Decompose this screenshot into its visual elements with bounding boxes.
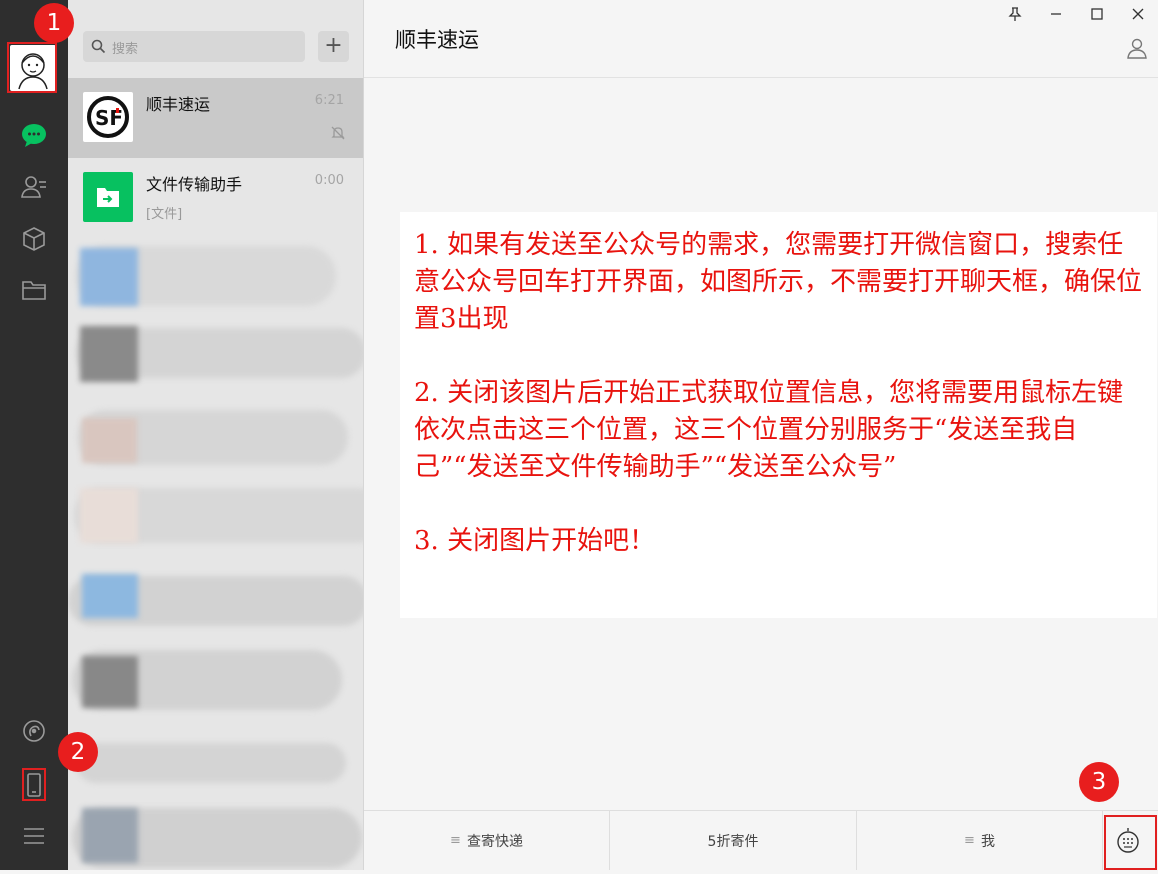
- menu-label: 查寄快递: [466, 833, 523, 850]
- instruction-step-1: 1. 如果有发送至公众号的需求，您需要打开微信窗口，搜索任意公众号回车打开界面，…: [414, 230, 1143, 334]
- instruction-step-2: 2. 关闭该图片后开始正式获取位置信息，您将需要用鼠标左键依次点击这三个位置，这…: [414, 378, 1124, 482]
- blurred-avatar: [80, 488, 138, 543]
- menu-label: 我: [980, 833, 995, 850]
- chat-name: 顺丰速运: [146, 95, 211, 114]
- blurred-avatar: [80, 248, 138, 306]
- menu-button-discount-send[interactable]: 5折寄件: [610, 811, 857, 870]
- profile-icon[interactable]: [1126, 37, 1148, 59]
- chat-icon[interactable]: [19, 120, 49, 150]
- annotation-badge-2: 2: [58, 732, 98, 772]
- instruction-note: 1. 如果有发送至公众号的需求，您需要打开微信窗口，搜索任意公众号回车打开界面，…: [400, 212, 1157, 618]
- chat-main-panel: 顺丰速运 1. 如果有发送至公众号的需求，您需要打开微信窗口，搜索任意公众号回车…: [364, 0, 1158, 870]
- sf-logo-icon: SF: [83, 92, 133, 142]
- chat-item-file-transfer[interactable]: 文件传输助手 0:00 [文件]: [68, 158, 363, 238]
- menu-icon[interactable]: [19, 821, 49, 851]
- keyboard-highlight-box: [1104, 815, 1157, 870]
- search-input[interactable]: 搜索: [83, 31, 305, 62]
- chat-name: 文件传输助手: [146, 175, 243, 194]
- menu-button-query-express[interactable]: ≡ 查寄快递: [364, 811, 610, 870]
- search-placeholder: 搜索: [112, 42, 139, 57]
- chat-list-panel: 搜索 + SF 顺丰速运 6:21 文件传输助手 0:00 [文件]: [68, 0, 364, 870]
- chat-time: 0:00: [314, 173, 344, 188]
- maximize-icon[interactable]: [1086, 6, 1108, 26]
- cube-icon[interactable]: [19, 224, 49, 254]
- chat-time: 6:21: [314, 93, 344, 108]
- pin-icon[interactable]: [1004, 6, 1026, 26]
- chat-header: 顺丰速运: [364, 0, 1158, 78]
- annotation-badge-1: 1: [34, 3, 74, 43]
- folder-icon[interactable]: [19, 275, 49, 305]
- instruction-step-3: 3. 关闭图片开始吧！: [414, 526, 656, 556]
- moments-icon[interactable]: [19, 716, 49, 746]
- avatar-highlight-box: [7, 42, 57, 93]
- side-rail: [0, 0, 68, 870]
- blurred-avatar: [82, 656, 138, 708]
- menu-button-me[interactable]: ≡ 我: [857, 811, 1103, 870]
- blurred-avatar: [80, 326, 138, 382]
- mute-bell-icon: [331, 126, 345, 140]
- list-icon: ≡: [450, 833, 461, 848]
- file-transfer-icon: [83, 172, 133, 222]
- blurred-row: [76, 743, 346, 783]
- add-button[interactable]: +: [318, 31, 349, 62]
- annotation-badge-3: 3: [1079, 762, 1119, 802]
- blurred-chat-rows: [68, 238, 363, 870]
- menu-label: 5折寄件: [707, 833, 759, 850]
- contacts-icon[interactable]: [19, 172, 49, 202]
- blurred-avatar: [82, 808, 138, 863]
- blurred-avatar: [82, 418, 137, 463]
- chat-preview: [文件]: [146, 207, 183, 222]
- official-account-menu: ≡ 查寄快递 5折寄件 ≡ 我: [364, 810, 1158, 870]
- blurred-avatar: [82, 574, 138, 618]
- phone-highlight-box: [22, 768, 46, 801]
- chat-item-sf[interactable]: SF 顺丰速运 6:21: [68, 78, 363, 158]
- minimize-icon[interactable]: [1045, 6, 1067, 26]
- list-icon: ≡: [964, 833, 975, 848]
- close-icon[interactable]: [1127, 6, 1149, 26]
- page-title: 顺丰速运: [395, 28, 479, 52]
- search-icon: [91, 39, 106, 54]
